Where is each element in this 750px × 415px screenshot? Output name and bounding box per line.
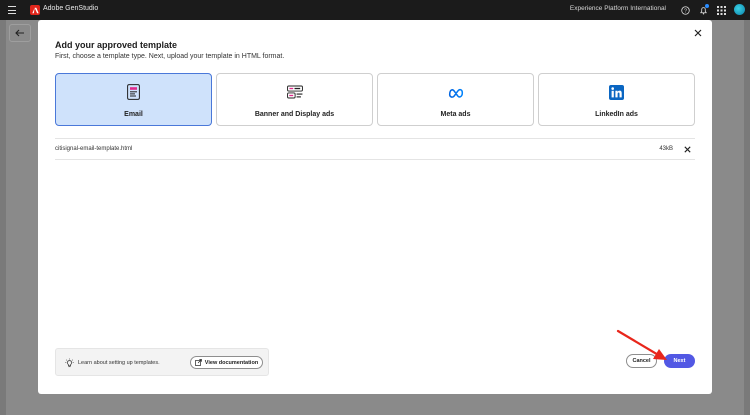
template-type-email[interactable]: Email [55,73,212,126]
template-type-meta[interactable]: Meta ads [377,73,534,126]
email-template-icon [126,84,142,100]
remove-file-button[interactable] [683,145,692,154]
template-type-label: Email [124,111,143,118]
file-size: 43kB [659,146,673,152]
banner-display-icon [286,84,303,100]
close-icon [684,146,691,153]
template-type-label: Meta ads [440,111,471,118]
back-button[interactable] [9,24,31,42]
app-name: Adobe GenStudio [43,5,99,12]
close-button[interactable] [693,28,703,38]
dialog-subtitle: First, choose a template type. Next, upl… [55,53,285,60]
lightbulb-icon [63,357,75,369]
template-type-linkedin[interactable]: LinkedIn ads [538,73,695,126]
file-name: citisignal-email-template.html [55,146,133,152]
adobe-logo-icon [30,5,40,15]
view-documentation-label: View documentation [204,359,259,366]
uploaded-file-row: citisignal-email-template.html 43kB [55,138,695,160]
help-text: Learn about setting up templates. [78,360,160,366]
template-type-label: LinkedIn ads [595,111,638,118]
template-type-label: Banner and Display ads [254,111,335,118]
app-header: Adobe GenStudio Experience Platform Inte… [0,0,750,20]
org-switcher[interactable]: Experience Platform International [570,5,666,12]
next-button[interactable]: Next [664,354,695,368]
user-avatar[interactable] [734,4,745,15]
dialog-title: Add your approved template [55,40,178,50]
template-type-banner[interactable]: Banner and Display ads [216,73,373,126]
apps-grid-icon[interactable] [716,5,726,15]
view-documentation-button[interactable]: View documentation [190,356,263,369]
cancel-button[interactable]: Cancel [626,354,657,368]
arrow-left-icon [15,29,24,37]
open-external-icon [194,359,202,366]
svg-text:?: ? [684,8,687,14]
notification-badge [705,4,709,8]
help-icon[interactable]: ? [680,5,690,15]
add-template-dialog: Add your approved template First, choose… [38,20,712,394]
close-icon [694,29,702,37]
help-panel: Learn about setting up templates. View d… [55,348,269,376]
menu-icon[interactable] [8,6,16,14]
linkedin-logo-icon [609,84,625,100]
meta-logo-icon [448,84,464,100]
